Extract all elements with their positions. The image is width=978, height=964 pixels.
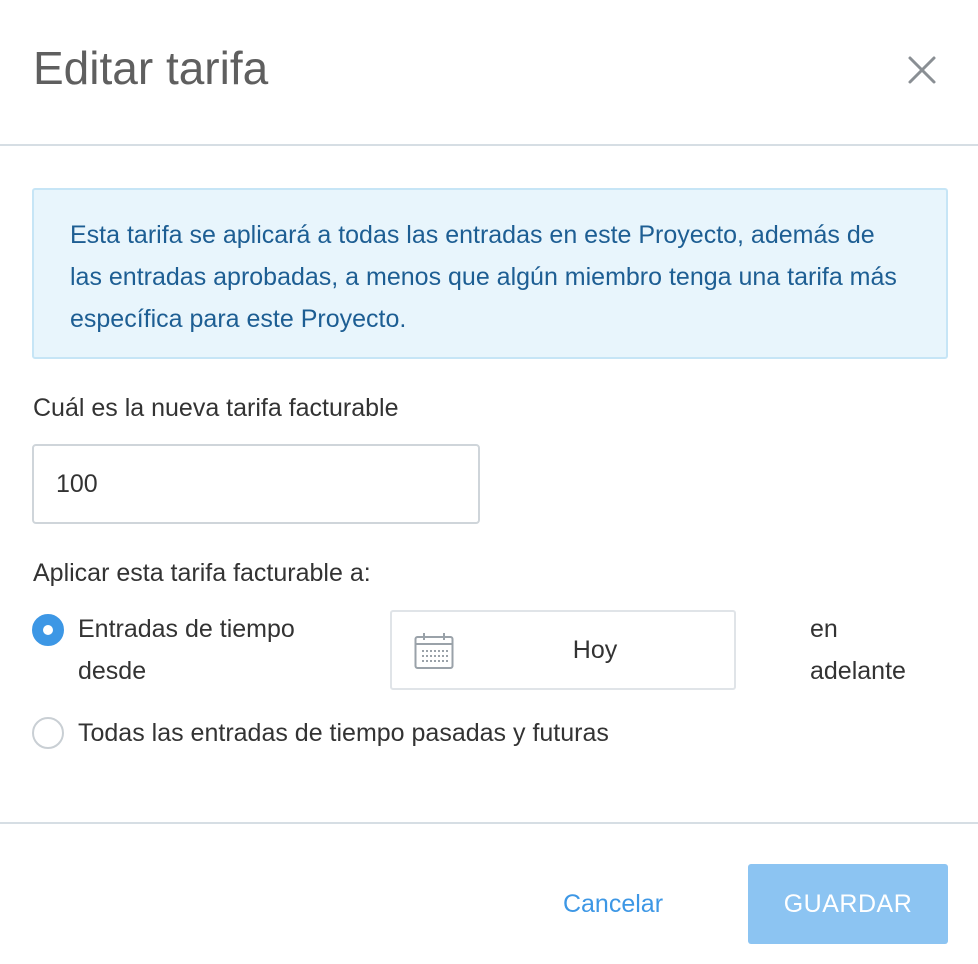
radio-from-date-label[interactable]: Entradas de tiempo desde — [78, 608, 295, 692]
calendar-icon — [414, 633, 454, 669]
radio-all-entries[interactable] — [32, 717, 64, 749]
close-icon — [908, 56, 936, 84]
info-notice-text: Esta tarifa se aplicará a todas las entr… — [70, 221, 897, 333]
close-button[interactable] — [900, 48, 944, 92]
radio-from-date-label-line1: Entradas de tiempo — [78, 615, 295, 643]
dialog-title: Editar tarifa — [33, 42, 269, 94]
radio-all-entries-label[interactable]: Todas las entradas de tiempo pasadas y f… — [78, 712, 609, 754]
radio-from-date[interactable] — [32, 614, 64, 646]
rate-label: Cuál es la nueva tarifa facturable — [33, 394, 399, 422]
date-suffix-line2: adelante — [810, 657, 906, 685]
date-suffix-line1: en — [810, 615, 838, 643]
dialog-header: Editar tarifa — [0, 0, 978, 146]
cancel-button[interactable]: Cancelar — [540, 864, 686, 944]
date-value: Hoy — [572, 636, 618, 664]
date-picker[interactable]: Hoy — [390, 610, 736, 690]
apply-label: Aplicar esta tarifa facturable a: — [33, 559, 371, 587]
date-suffix: en adelante — [810, 608, 906, 692]
info-notice: Esta tarifa se aplicará a todas las entr… — [32, 188, 948, 359]
rate-input[interactable] — [32, 444, 480, 524]
save-button[interactable]: GUARDAR — [748, 864, 948, 944]
dialog-footer: Cancelar GUARDAR — [0, 822, 978, 964]
radio-from-date-label-line2: desde — [78, 657, 147, 685]
edit-rate-dialog: Editar tarifa Esta tarifa se aplicará a … — [0, 0, 978, 964]
